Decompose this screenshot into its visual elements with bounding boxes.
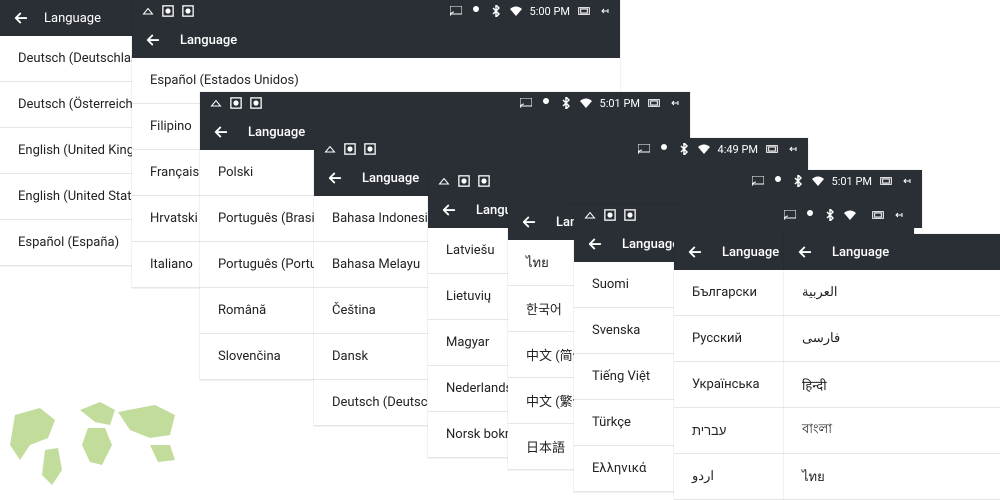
location-icon	[804, 209, 816, 221]
home-icon[interactable]	[584, 209, 596, 221]
language-option[interactable]: ไทย	[784, 454, 1000, 500]
back-nav-icon[interactable]	[668, 97, 680, 109]
language-option[interactable]: Български	[674, 270, 784, 316]
app-icon	[344, 143, 356, 155]
cast-icon	[752, 175, 764, 187]
wifi-icon	[698, 143, 710, 155]
location-icon	[470, 5, 482, 17]
bluetooth-icon	[490, 5, 502, 17]
page-title: Language	[362, 171, 419, 186]
status-bar: 5:01 PM	[428, 170, 922, 192]
back-arrow-icon[interactable]	[12, 9, 30, 27]
app-icon	[162, 5, 174, 17]
title-bar: Language	[674, 234, 784, 270]
back-nav-icon[interactable]	[598, 5, 610, 17]
recents-icon[interactable]	[578, 5, 590, 17]
language-option[interactable]: اردو	[674, 454, 784, 500]
location-icon	[540, 97, 552, 109]
location-icon	[658, 143, 670, 155]
title-bar: Language	[132, 22, 620, 58]
settings-panel: Language БългарскиРусскийУкраїнськаעברית…	[674, 234, 784, 500]
back-arrow-icon[interactable]	[686, 243, 704, 261]
app-icon-2	[182, 5, 194, 17]
clock: 5:01 PM	[600, 97, 640, 110]
home-icon[interactable]	[438, 175, 450, 187]
language-option[interactable]: English (United States)	[0, 174, 132, 220]
settings-panel: Language Deutsch (Deutschland)Deutsch (Ö…	[0, 0, 132, 266]
settings-panel: Language العربيةفارسیहिन्दीবাংলাไทย	[784, 234, 1000, 500]
home-icon[interactable]	[210, 97, 222, 109]
app-icon	[604, 209, 616, 221]
location-icon	[772, 175, 784, 187]
page-title: Language	[832, 245, 889, 260]
clock: 5:01 PM	[832, 175, 872, 188]
language-list: БългарскиРусскийУкраїнськаעבריתاردو	[674, 270, 784, 500]
language-option[interactable]: فارسی	[784, 316, 1000, 362]
wifi-icon	[580, 97, 592, 109]
language-option[interactable]: עברית	[674, 408, 784, 454]
status-bar: 5:01 PM	[200, 92, 690, 114]
wifi-icon	[510, 5, 522, 17]
status-bar	[574, 204, 914, 226]
language-option[interactable]: বাংলা	[784, 408, 1000, 454]
back-arrow-icon[interactable]	[440, 201, 458, 219]
bluetooth-icon	[792, 175, 804, 187]
back-arrow-icon[interactable]	[520, 213, 538, 231]
cast-icon	[450, 5, 462, 17]
page-title: Language	[622, 237, 679, 252]
wifi-icon	[844, 209, 856, 221]
back-arrow-icon[interactable]	[796, 243, 814, 261]
app-icon-2	[478, 175, 490, 187]
back-nav-icon[interactable]	[786, 143, 798, 155]
wifi-icon	[812, 175, 824, 187]
language-option[interactable]: English (United Kingdom)	[0, 128, 132, 174]
language-option[interactable]: العربية	[784, 270, 1000, 316]
title-bar: Language	[0, 0, 132, 36]
app-icon-2	[250, 97, 262, 109]
home-icon[interactable]	[142, 5, 154, 17]
back-nav-icon[interactable]	[900, 175, 912, 187]
language-list: العربيةفارسیहिन्दीবাংলাไทย	[784, 270, 1000, 500]
language-option[interactable]: Español (España)	[0, 220, 132, 266]
status-bar: 4:49 PM	[314, 138, 808, 160]
language-option[interactable]: Deutsch (Österreich)	[0, 82, 132, 128]
recents-icon[interactable]	[872, 209, 884, 221]
recents-icon[interactable]	[880, 175, 892, 187]
cast-icon	[784, 209, 796, 221]
back-arrow-icon[interactable]	[326, 169, 344, 187]
bluetooth-icon	[678, 143, 690, 155]
app-icon-2	[624, 209, 636, 221]
home-icon[interactable]	[324, 143, 336, 155]
back-arrow-icon[interactable]	[212, 123, 230, 141]
title-bar: Language	[784, 234, 1000, 270]
world-map-decoration	[0, 390, 190, 500]
bluetooth-icon	[560, 97, 572, 109]
recents-icon[interactable]	[766, 143, 778, 155]
back-nav-icon[interactable]	[892, 209, 904, 221]
language-option[interactable]: Русский	[674, 316, 784, 362]
back-arrow-icon[interactable]	[144, 31, 162, 49]
page-title: Language	[722, 245, 779, 260]
recents-icon[interactable]	[648, 97, 660, 109]
page-title: Language	[44, 11, 101, 26]
back-arrow-icon[interactable]	[586, 235, 604, 253]
status-bar: 5:00 PM	[132, 0, 620, 22]
clock: 4:49 PM	[718, 143, 758, 156]
app-icon	[458, 175, 470, 187]
cast-icon	[638, 143, 650, 155]
language-option[interactable]: Deutsch (Deutschland)	[0, 36, 132, 82]
clock: 5:00 PM	[530, 5, 570, 18]
language-list: Deutsch (Deutschland)Deutsch (Österreich…	[0, 36, 132, 266]
page-title: Language	[180, 33, 237, 48]
app-icon	[230, 97, 242, 109]
app-icon-2	[364, 143, 376, 155]
language-option[interactable]: Українська	[674, 362, 784, 408]
language-option[interactable]: हिन्दी	[784, 362, 1000, 408]
page-title: Language	[248, 125, 305, 140]
cast-icon	[520, 97, 532, 109]
bluetooth-icon	[824, 209, 836, 221]
